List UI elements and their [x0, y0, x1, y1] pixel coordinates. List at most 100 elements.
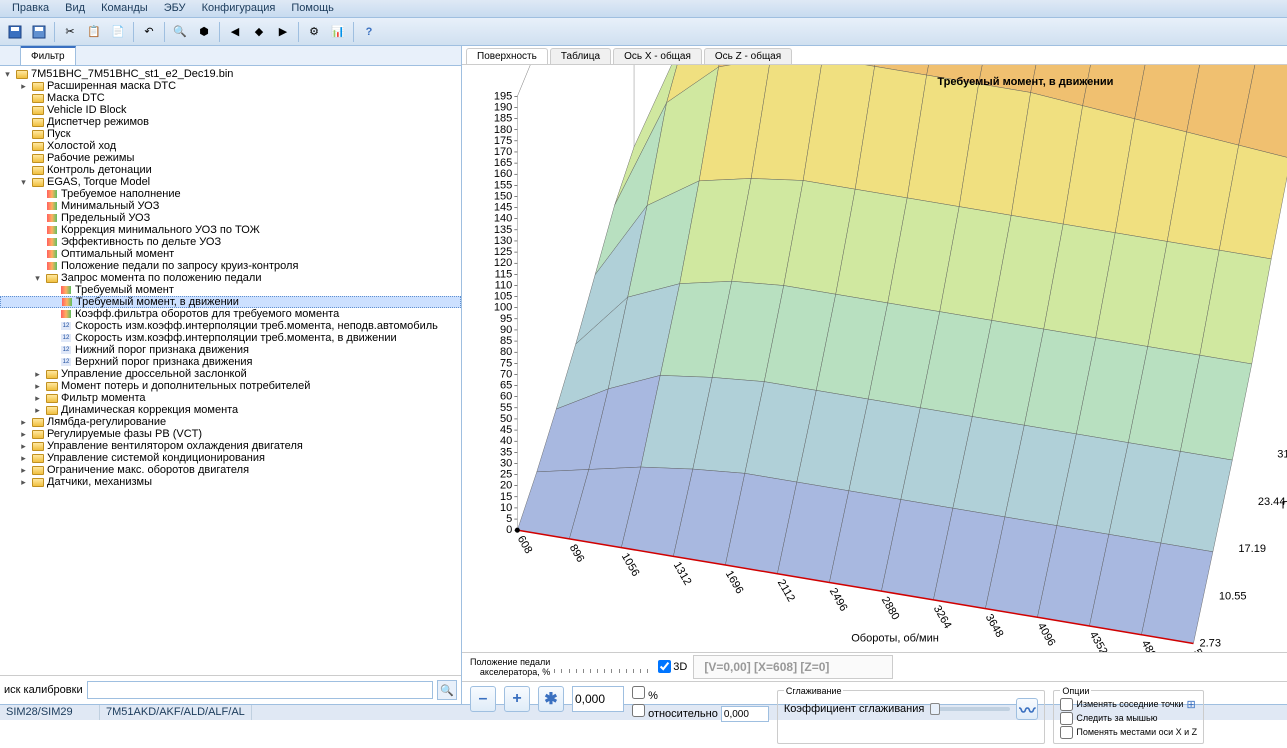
tree-item[interactable]: Требуемый момент, в движении: [0, 296, 461, 308]
nav-center-icon[interactable]: ◆: [248, 21, 270, 43]
tree-item[interactable]: ▸Фильтр момента: [0, 392, 461, 404]
svg-text:155: 155: [494, 179, 512, 191]
smooth-slider[interactable]: [930, 707, 1010, 711]
svg-text:2880: 2880: [879, 595, 902, 622]
menu-Правка[interactable]: Правка: [4, 0, 57, 17]
menubar: ПравкаВидКомандыЭБУКонфигурацияПомощь: [0, 0, 1287, 18]
tree-item[interactable]: Требуемое наполнение: [0, 188, 461, 200]
tree-item[interactable]: 12Скорость изм.коэфф.интерполяции треб.м…: [0, 320, 461, 332]
tree-item[interactable]: ▸Лямбда-регулирование: [0, 416, 461, 428]
menu-Команды[interactable]: Команды: [93, 0, 156, 17]
svg-text:70: 70: [500, 368, 512, 380]
cut-icon[interactable]: ✂: [59, 21, 81, 43]
tool-a-icon[interactable]: ⚙: [303, 21, 325, 43]
svg-text:85: 85: [500, 335, 512, 347]
slider-label: Положение педалиакселератора, %: [470, 657, 550, 677]
tree-item[interactable]: ▸Момент потерь и дополнительных потребит…: [0, 380, 461, 392]
search-button[interactable]: 🔍: [437, 680, 457, 700]
save-as-icon[interactable]: [28, 21, 50, 43]
hex-icon[interactable]: ⬢: [193, 21, 215, 43]
tree-item[interactable]: Контроль детонации: [0, 164, 461, 176]
tree-item[interactable]: Пуск: [0, 128, 461, 140]
subtract-button[interactable]: –: [470, 686, 496, 712]
tree-item[interactable]: Оптимальный момент: [0, 248, 461, 260]
menu-ЭБУ[interactable]: ЭБУ: [156, 0, 194, 17]
tree-item[interactable]: ▸Регулируемые фазы РВ (VCT): [0, 428, 461, 440]
tree-item[interactable]: Коэфф.фильтра оборотов для требуемого мо…: [0, 308, 461, 320]
tree-item[interactable]: Холостой ход: [0, 140, 461, 152]
tree-item[interactable]: Предельный УОЗ: [0, 212, 461, 224]
chart-surface[interactable]: 0510152025303540455055606570758085909510…: [462, 65, 1287, 652]
svg-text:145: 145: [494, 202, 512, 214]
tool-b-icon[interactable]: 📊: [327, 21, 349, 43]
value-input[interactable]: [572, 686, 624, 712]
svg-text:190: 190: [494, 101, 512, 113]
svg-text:1312: 1312: [671, 560, 694, 587]
chart-tab-0[interactable]: Поверхность: [466, 48, 548, 64]
tree-item[interactable]: Требуемый момент: [0, 284, 461, 296]
tree-item[interactable]: ▸Управление дроссельной заслонкой: [0, 368, 461, 380]
checkbox-3d[interactable]: 3D: [658, 660, 687, 673]
svg-text:Обороты, об/мин: Обороты, об/мин: [851, 633, 939, 645]
search-input[interactable]: [87, 681, 433, 699]
tree-item[interactable]: Коррекция минимального УОЗ по ТОЖ: [0, 224, 461, 236]
tree-item[interactable]: Диспетчер режимов: [0, 116, 461, 128]
tree-item[interactable]: 12Нижний порог признака движения: [0, 344, 461, 356]
tree-item[interactable]: ▸Датчики, механизмы: [0, 476, 461, 488]
svg-text:2496: 2496: [827, 586, 850, 613]
nav-left-icon[interactable]: ◀: [224, 21, 246, 43]
tree-item[interactable]: ▸Ограничение макс. оборотов двигателя: [0, 464, 461, 476]
svg-text:3648: 3648: [983, 612, 1006, 639]
tree[interactable]: ▾7M51BHC_7M51BHC_st1_e2_Dec19.bin▸Расшир…: [0, 66, 461, 675]
svg-text:195: 195: [494, 90, 512, 102]
multiply-button[interactable]: ✱: [538, 686, 564, 712]
status-right: 7M51AKD/AKF/ALD/ALF/AL: [100, 705, 252, 720]
tree-item[interactable]: Минимальный УОЗ: [0, 200, 461, 212]
undo-icon[interactable]: ↶: [138, 21, 160, 43]
pedal-slider[interactable]: [554, 659, 654, 675]
tree-item[interactable]: ▾Запрос момента по положению педали: [0, 272, 461, 284]
option-2[interactable]: Поменять местами оси X и Z: [1060, 726, 1197, 739]
svg-text:0: 0: [506, 524, 512, 536]
nav-right-icon[interactable]: ▶: [272, 21, 294, 43]
svg-text:65: 65: [500, 380, 512, 392]
tree-root[interactable]: ▾7M51BHC_7M51BHC_st1_e2_Dec19.bin: [0, 68, 461, 80]
add-button[interactable]: +: [504, 686, 530, 712]
tree-item[interactable]: ▸Управление вентилятором охлаждения двиг…: [0, 440, 461, 452]
tab-blank[interactable]: [0, 46, 21, 65]
tab-filter[interactable]: Фильтр: [21, 46, 76, 65]
tree-item[interactable]: ▾EGAS, Torque Model: [0, 176, 461, 188]
svg-text:20: 20: [500, 480, 512, 492]
tree-item[interactable]: ▸Динамическая коррекция момента: [0, 404, 461, 416]
svg-text:100: 100: [494, 302, 512, 314]
menu-Помощь[interactable]: Помощь: [283, 0, 342, 17]
svg-text:2112: 2112: [775, 577, 797, 604]
svg-text:2.73: 2.73: [1199, 637, 1221, 649]
pct-checkbox[interactable]: %: [632, 686, 769, 702]
chart-tab-1[interactable]: Таблица: [550, 48, 611, 64]
copy-icon[interactable]: 📋: [83, 21, 105, 43]
option-1[interactable]: Следить за мышью: [1060, 712, 1197, 725]
menu-Вид[interactable]: Вид: [57, 0, 93, 17]
search-icon[interactable]: 🔍: [169, 21, 191, 43]
tree-item[interactable]: Эффективность по дельте УОЗ: [0, 236, 461, 248]
relative-checkbox[interactable]: относительно: [632, 704, 769, 723]
svg-text:160: 160: [494, 168, 512, 180]
tree-item[interactable]: Рабочие режимы: [0, 152, 461, 164]
tree-item[interactable]: 12Скорость изм.коэфф.интерполяции треб.м…: [0, 332, 461, 344]
chart-tab-3[interactable]: Ось Z - общая: [704, 48, 792, 64]
help-icon[interactable]: ?: [358, 21, 380, 43]
tree-item[interactable]: ▸Управление системой кондиционирования: [0, 452, 461, 464]
chart-tab-2[interactable]: Ось X - общая: [613, 48, 702, 64]
tree-item[interactable]: Положение педали по запросу круиз-контро…: [0, 260, 461, 272]
tree-item[interactable]: Маска DTC: [0, 92, 461, 104]
smooth-apply-button[interactable]: 〰: [1016, 698, 1038, 720]
tree-item[interactable]: ▸Расширенная маска DTC: [0, 80, 461, 92]
tree-item[interactable]: 12Верхний порог признака движения: [0, 356, 461, 368]
save-icon[interactable]: [4, 21, 26, 43]
tree-item[interactable]: Vehicle ID Block: [0, 104, 461, 116]
paste-icon[interactable]: 📄: [107, 21, 129, 43]
menu-Конфигурация[interactable]: Конфигурация: [194, 0, 284, 17]
option-0[interactable]: Изменять соседние точки ⊞: [1060, 698, 1197, 711]
svg-text:4352: 4352: [1087, 630, 1110, 652]
